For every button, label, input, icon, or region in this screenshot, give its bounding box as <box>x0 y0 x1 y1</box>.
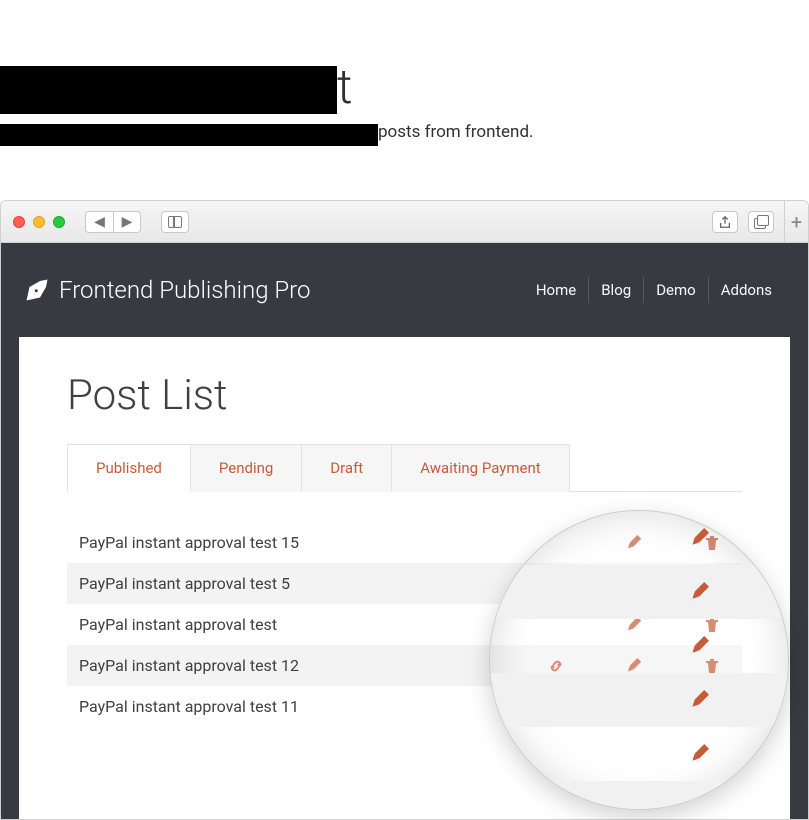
table-row: PayPal instant approval test 11 <box>67 686 742 727</box>
post-title-cell: PayPal instant approval test 12 <box>79 656 548 675</box>
nav-demo[interactable]: Demo <box>643 277 708 303</box>
trash-icon <box>704 576 720 592</box>
nav-blog[interactable]: Blog <box>588 277 643 303</box>
post-title-cell: PayPal instant approval test 15 <box>79 533 626 552</box>
trash-icon <box>704 617 720 633</box>
edit-button[interactable] <box>626 576 642 592</box>
browser-window: ◀ ▶ + Frontend Publishing Pro Home Blo <box>0 200 809 820</box>
redaction-bar-2 <box>0 124 378 146</box>
post-list: PayPal instant approval test 15 PayPal i… <box>67 522 742 727</box>
table-row: PayPal instant approval test <box>67 604 742 645</box>
permalink-button[interactable] <box>548 699 564 715</box>
edit-button[interactable] <box>626 535 642 551</box>
share-button[interactable] <box>712 211 738 233</box>
link-icon <box>548 576 564 592</box>
post-title-cell: PayPal instant approval test 5 <box>79 574 548 593</box>
trash-icon <box>704 535 720 551</box>
page-title: Post List <box>67 371 742 420</box>
logo[interactable]: Frontend Publishing Pro <box>25 276 310 304</box>
sidebar-icon <box>168 216 182 228</box>
site-name: Frontend Publishing Pro <box>59 276 310 304</box>
traffic-lights <box>13 216 65 228</box>
site-header: Frontend Publishing Pro Home Blog Demo A… <box>1 243 808 337</box>
edit-button[interactable] <box>626 617 642 633</box>
tab-draft[interactable]: Draft <box>302 444 392 492</box>
permalink-button[interactable] <box>548 658 564 674</box>
link-icon <box>548 658 564 674</box>
pencil-icon <box>626 699 642 715</box>
edit-button[interactable] <box>626 699 642 715</box>
maximize-window-button[interactable] <box>53 216 65 228</box>
close-window-button[interactable] <box>13 216 25 228</box>
pencil-icon <box>626 617 642 633</box>
nav-addons[interactable]: Addons <box>708 277 784 303</box>
pencil-icon <box>626 658 642 674</box>
table-row: PayPal instant approval test 15 <box>67 522 742 563</box>
redaction-bar-1 <box>0 66 337 114</box>
browser-titlebar: ◀ ▶ + <box>1 201 808 243</box>
show-tabs-button[interactable] <box>748 211 774 233</box>
new-tab-button[interactable]: + <box>784 201 808 243</box>
subtitle-fragment: posts from frontend. <box>378 122 534 142</box>
nav-home[interactable]: Home <box>524 277 588 303</box>
delete-button[interactable] <box>704 535 720 551</box>
trash-icon <box>704 658 720 674</box>
delete-button[interactable] <box>704 658 720 674</box>
tab-awaiting-payment[interactable]: Awaiting Payment <box>392 444 569 492</box>
pencil-icon <box>626 535 642 551</box>
tab-list: Published Pending Draft Awaiting Payment <box>67 444 742 492</box>
title-fragment: t <box>337 58 352 115</box>
tab-published[interactable]: Published <box>67 444 191 492</box>
pen-nib-icon <box>25 278 49 302</box>
minimize-window-button[interactable] <box>33 216 45 228</box>
forward-button[interactable]: ▶ <box>113 211 141 233</box>
delete-button[interactable] <box>704 617 720 633</box>
table-row: PayPal instant approval test 5 <box>67 563 742 604</box>
share-icon <box>718 215 732 229</box>
sidebar-toggle-button[interactable] <box>161 211 189 233</box>
pencil-icon <box>626 576 642 592</box>
obscured-header: t posts from frontend. <box>0 0 809 200</box>
post-title-cell: PayPal instant approval test <box>79 615 626 634</box>
primary-nav: Home Blog Demo Addons <box>524 277 784 303</box>
back-button[interactable]: ◀ <box>85 211 113 233</box>
permalink-button[interactable] <box>548 576 564 592</box>
content-card: Post List Published Pending Draft Awaiti… <box>19 337 790 820</box>
trash-icon <box>704 699 720 715</box>
link-icon <box>548 699 564 715</box>
tabs-icon <box>754 216 768 228</box>
post-title-cell: PayPal instant approval test 11 <box>79 697 548 716</box>
table-row: PayPal instant approval test 12 <box>67 645 742 686</box>
edit-button[interactable] <box>626 658 642 674</box>
delete-button[interactable] <box>704 699 720 715</box>
delete-button[interactable] <box>704 576 720 592</box>
tab-pending[interactable]: Pending <box>191 444 302 492</box>
